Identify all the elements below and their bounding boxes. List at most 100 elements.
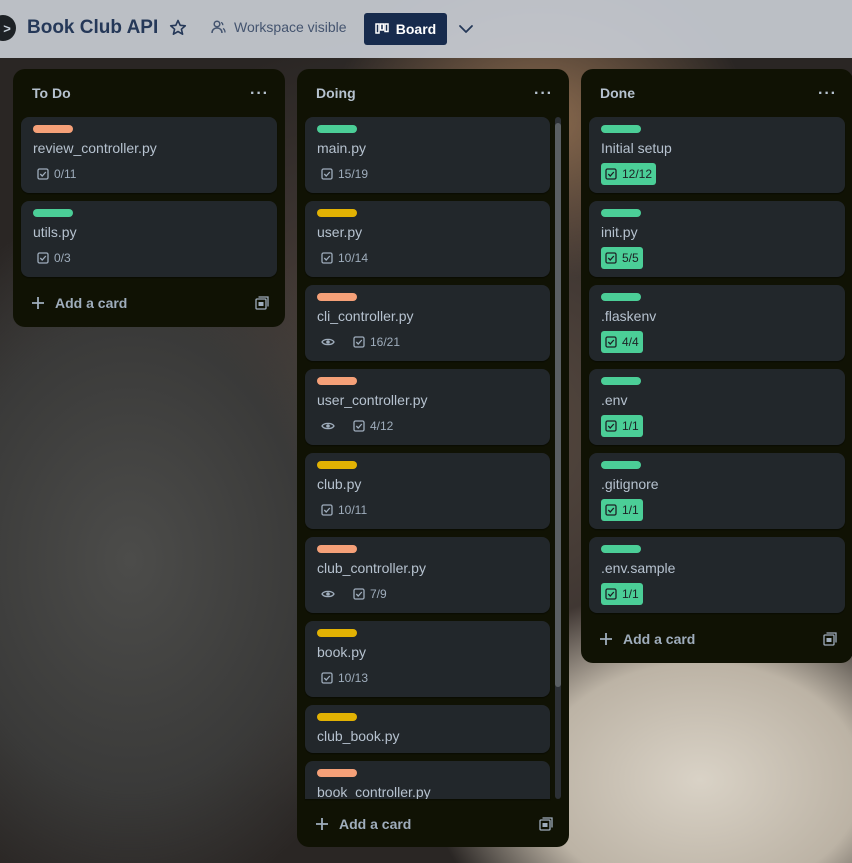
card[interactable]: user_controller.py 4/12 [305, 369, 550, 445]
board-button-label: Board [395, 21, 437, 37]
card[interactable]: .env.sample 1/1 [589, 537, 845, 613]
card-label[interactable] [33, 209, 73, 217]
list-scrollbar-thumb[interactable] [555, 123, 561, 687]
add-card-button[interactable]: Add a card [305, 808, 525, 840]
checklist-badge: 10/14 [317, 247, 372, 269]
plus-icon [600, 633, 612, 645]
star-icon[interactable] [168, 18, 188, 38]
card-label[interactable] [601, 545, 641, 553]
card-label[interactable] [317, 769, 357, 777]
card-label[interactable] [317, 377, 357, 385]
card-label[interactable] [317, 461, 357, 469]
card[interactable]: club.py 10/11 [305, 453, 550, 529]
list-done: Done ··· Initial setup 12/12 init.py 5/5… [581, 69, 852, 663]
card-label[interactable] [601, 209, 641, 217]
card-title: club.py [317, 476, 362, 492]
checklist-badge: 4/12 [349, 415, 397, 437]
checklist-count: 16/21 [370, 335, 401, 349]
card[interactable]: main.py 15/19 [305, 117, 550, 193]
list-title[interactable]: Done [581, 69, 852, 117]
checkbox-icon [353, 588, 365, 600]
list-menu-icon[interactable]: ··· [534, 85, 553, 103]
people-icon [211, 20, 226, 34]
card-title: main.py [317, 140, 367, 156]
chevron-down-icon[interactable] [456, 19, 476, 39]
checklist-badge: 15/19 [317, 163, 372, 185]
card[interactable]: review_controller.py 0/11 [21, 117, 277, 193]
list-title[interactable]: To Do [13, 69, 285, 117]
card-label[interactable] [33, 125, 73, 133]
card-label[interactable] [317, 629, 357, 637]
checklist-count: 1/1 [622, 587, 639, 601]
card-label[interactable] [601, 377, 641, 385]
sidebar-toggle-button[interactable]: > [0, 15, 16, 41]
list-title[interactable]: Doing [297, 69, 569, 117]
card-title: user_controller.py [317, 392, 428, 408]
card-title: .env.sample [601, 560, 676, 576]
add-card-label: Add a card [55, 295, 128, 311]
card[interactable]: init.py 5/5 [589, 201, 845, 277]
checklist-badge: 16/21 [349, 331, 404, 353]
add-card-label: Add a card [339, 816, 412, 832]
card-template-icon[interactable] [255, 296, 269, 310]
card[interactable]: book.py 10/13 [305, 621, 550, 697]
board-title[interactable]: Book Club API [27, 17, 158, 39]
card[interactable]: club_book.py [305, 705, 550, 753]
card-title: book.py [317, 644, 367, 660]
visibility-label: Workspace visible [234, 19, 347, 35]
checkbox-icon [605, 336, 617, 348]
plus-icon [32, 297, 44, 309]
checklist-complete-badge: 1/1 [601, 583, 643, 605]
checklist-count: 1/1 [622, 419, 639, 433]
watching-eye-icon [317, 583, 339, 605]
add-card-label: Add a card [623, 631, 696, 647]
card[interactable]: club_controller.py 7/9 [305, 537, 550, 613]
card[interactable]: book_controller.py [305, 761, 550, 799]
chevron-right-icon: > [3, 20, 11, 36]
card-label[interactable] [317, 293, 357, 301]
list-menu-icon[interactable]: ··· [818, 85, 837, 103]
card-label[interactable] [601, 293, 641, 301]
checkbox-icon [353, 336, 365, 348]
card-label[interactable] [317, 125, 357, 133]
card[interactable]: .gitignore 1/1 [589, 453, 845, 529]
list-menu-icon[interactable]: ··· [250, 85, 269, 103]
visibility-button[interactable]: Workspace visible [210, 19, 347, 35]
checklist-count: 1/1 [622, 503, 639, 517]
checkbox-icon [321, 252, 333, 264]
card-label[interactable] [601, 461, 641, 469]
card[interactable]: cli_controller.py 16/21 [305, 285, 550, 361]
card-label[interactable] [601, 125, 641, 133]
board-view-button[interactable]: Board [364, 13, 447, 45]
watching-eye-icon [317, 331, 339, 353]
card[interactable]: utils.py 0/3 [21, 201, 277, 277]
checklist-count: 0/11 [54, 167, 77, 181]
watching-eye-icon [317, 415, 339, 437]
checklist-badge: 7/9 [349, 583, 391, 605]
checkbox-icon [321, 504, 333, 516]
checklist-complete-badge: 1/1 [601, 415, 643, 437]
list-doing: Doing ··· main.py 15/19 user.py 10/14 cl… [297, 69, 569, 847]
checkbox-icon [605, 168, 617, 180]
card-title: club_book.py [317, 728, 400, 744]
card-template-icon[interactable] [539, 817, 553, 831]
board-icon [375, 23, 389, 34]
card[interactable]: Initial setup 12/12 [589, 117, 845, 193]
card-label[interactable] [317, 209, 357, 217]
card[interactable]: user.py 10/14 [305, 201, 550, 277]
checklist-complete-badge: 12/12 [601, 163, 657, 185]
checkbox-icon [321, 168, 333, 180]
checklist-count: 12/12 [622, 167, 653, 181]
checkbox-icon [605, 252, 617, 264]
card[interactable]: .flaskenv 4/4 [589, 285, 845, 361]
checklist-count: 10/11 [338, 503, 368, 517]
card[interactable]: .env 1/1 [589, 369, 845, 445]
checkbox-icon [37, 252, 49, 264]
checklist-count: 7/9 [370, 587, 387, 601]
card-label[interactable] [317, 545, 357, 553]
card-template-icon[interactable] [823, 632, 837, 646]
add-card-button[interactable]: Add a card [21, 287, 241, 319]
card-label[interactable] [317, 713, 357, 721]
add-card-button[interactable]: Add a card [589, 623, 809, 655]
checklist-count: 0/3 [54, 251, 71, 265]
